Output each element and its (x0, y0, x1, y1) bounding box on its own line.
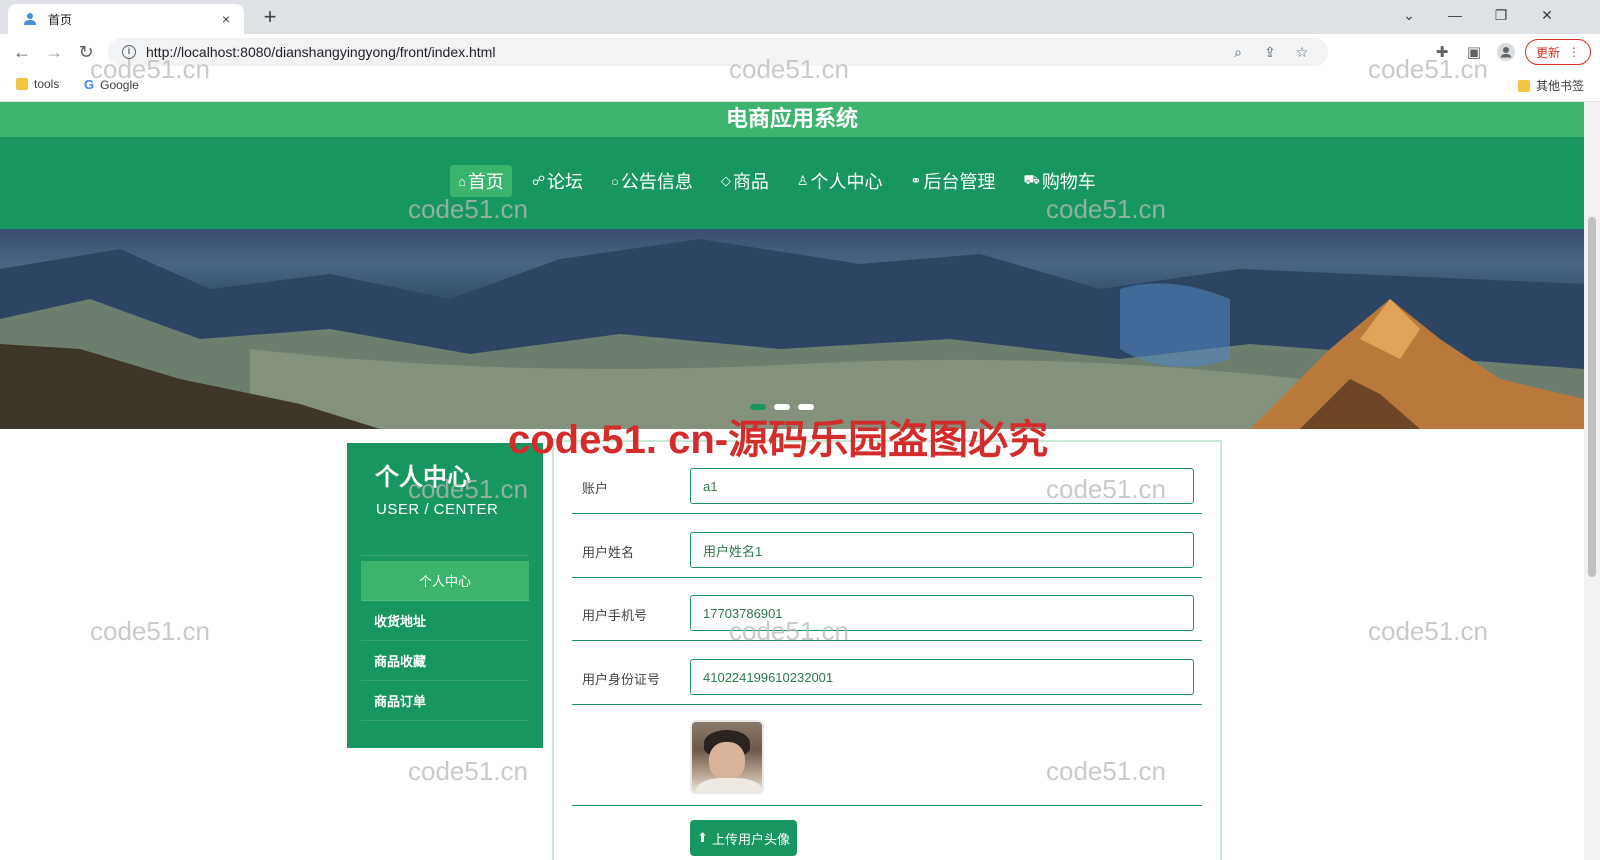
update-label: 更新 (1535, 45, 1560, 60)
folder-icon (16, 78, 28, 90)
phone-input[interactable]: 17703786901 (690, 595, 1194, 631)
watermark: code51.cn (90, 616, 210, 646)
nav-label: 论坛 (547, 172, 584, 192)
sidebar-item-address[interactable]: 收货地址 (361, 601, 529, 641)
user-avatar-image (690, 720, 764, 794)
field-label: 账户 (582, 481, 609, 496)
page-favicon-icon (22, 11, 38, 27)
sidebar-item-orders[interactable]: 商品订单 (361, 681, 529, 721)
nav-item-user-center[interactable]: ♙ 个人中心 (789, 165, 891, 197)
nav-label: 首页 (467, 172, 504, 192)
folder-icon (1518, 79, 1530, 92)
nav-label: 后台管理 (923, 172, 996, 192)
upload-label: 上传用户头像 (711, 831, 790, 847)
browser-toolbar: ← → ↻ i http://localhost:8080/dianshangy… (0, 34, 1600, 70)
form-row-account: 账户 a1 (572, 468, 1202, 514)
sidebar-menu: 个人中心 收货地址 商品收藏 商品订单 (361, 561, 529, 721)
forward-icon[interactable]: → (40, 39, 68, 65)
reload-icon[interactable]: ↻ (72, 39, 100, 65)
bookmark-label: Google (100, 77, 139, 92)
profile-form: 账户 a1 用户姓名 用户姓名1 用户手机号 17703786901 用户身份证… (552, 440, 1222, 860)
other-bookmarks[interactable]: 其他书签 (1518, 77, 1584, 94)
forum-icon: ☍ (531, 173, 546, 188)
sidebar-item-favorites[interactable]: 商品收藏 (361, 641, 529, 681)
main-nav: ⌂ 首页 ☍ 论坛 ○ 公告信息 ◇ 商品 ♙ 个人中心 ⚭ 后台管理 ⛟ 购物… (0, 137, 1584, 229)
home-icon: ⌂ (458, 173, 466, 189)
page-scrollbar[interactable] (1584, 102, 1600, 860)
extensions-icon[interactable]: ✚ (1428, 39, 1456, 65)
nav-item-notice[interactable]: ○ 公告信息 (603, 165, 701, 197)
browser-tab[interactable]: 首页 × (8, 4, 244, 34)
form-row-id-card: 用户身份证号 410224199610232001 (572, 641, 1202, 705)
address-bar[interactable]: i http://localhost:8080/dianshangyingyon… (108, 38, 1328, 66)
bookmark-google[interactable]: G Google (84, 77, 139, 92)
user-icon: ♙ (796, 173, 809, 188)
mountain-landscape-image (0, 239, 1584, 429)
field-label: 用户手机号 (582, 608, 648, 623)
cart-icon: ⛟ (1023, 172, 1040, 187)
sidebar-item-user-center[interactable]: 个人中心 (361, 561, 529, 601)
sidebar-title: 个人中心 (375, 464, 471, 491)
sidebar-subtitle: USER / CENTER (376, 501, 499, 518)
tab-close-icon[interactable]: × (218, 11, 234, 27)
upload-avatar-button[interactable]: ⬆ 上传用户头像 (690, 820, 797, 856)
side-panel-icon[interactable]: ▣ (1460, 39, 1488, 65)
tab-search-icon[interactable]: ⌄ (1386, 0, 1432, 30)
update-button[interactable]: 更新 ⋮ (1525, 39, 1591, 65)
zoom-icon[interactable]: ⌕ (1224, 38, 1252, 66)
nav-label: 购物车 (1041, 172, 1096, 192)
form-row-name: 用户姓名 用户姓名1 (572, 514, 1202, 578)
tab-title: 首页 (48, 12, 73, 27)
restore-icon[interactable]: ❐ (1478, 0, 1524, 30)
form-row-avatar (572, 705, 1202, 806)
bookmarks-bar: tools G Google 其他书签 (0, 70, 1600, 102)
nav-item-admin[interactable]: ⚭ 后台管理 (903, 165, 1004, 197)
banner-carousel[interactable] (0, 229, 1584, 429)
notice-icon: ○ (611, 173, 619, 189)
user-center-sidebar: 个人中心 USER / CENTER 个人中心 收货地址 商品收藏 商品订单 (347, 443, 543, 748)
nav-label: 个人中心 (810, 172, 883, 192)
nav-item-home[interactable]: ⌂ 首页 (450, 165, 512, 197)
scrollbar-thumb[interactable] (1588, 217, 1596, 577)
browser-tab-strip: 首页 × + ⌄ — ❐ ✕ (0, 0, 1600, 34)
bookmark-tools[interactable]: tools (16, 77, 59, 91)
bookmark-label: tools (34, 77, 60, 91)
copyright-watermark: code51. cn-源码乐园盗图必究 (508, 418, 1049, 462)
new-tab-button[interactable]: + (256, 6, 284, 30)
nav-label: 公告信息 (620, 172, 693, 192)
google-icon: G (84, 77, 95, 92)
nav-item-forum[interactable]: ☍ 论坛 (524, 165, 591, 197)
nav-item-goods[interactable]: ◇ 商品 (713, 165, 777, 197)
id-card-input[interactable]: 410224199610232001 (690, 659, 1194, 695)
profile-avatar-icon[interactable] (1492, 39, 1520, 65)
back-icon[interactable]: ← (8, 39, 36, 65)
close-window-icon[interactable]: ✕ (1524, 0, 1570, 30)
site-title: 电商应用系统 (0, 102, 1584, 137)
url-text: http://localhost:8080/dianshangyingyong/… (146, 44, 496, 60)
username-input[interactable]: 用户姓名1 (690, 532, 1194, 568)
site-info-icon[interactable]: i (122, 45, 136, 59)
field-label: 用户身份证号 (582, 672, 661, 687)
page-viewport: 电商应用系统 ⌂ 首页 ☍ 论坛 ○ 公告信息 ◇ 商品 ♙ 个人中心 ⚭ 后台… (0, 102, 1584, 860)
account-input[interactable]: a1 (690, 468, 1194, 504)
menu-dots-icon: ⋮ (1568, 45, 1580, 59)
field-label: 用户姓名 (582, 545, 635, 560)
nav-label: 商品 (732, 172, 769, 192)
sidebar-divider (361, 555, 529, 556)
minimize-icon[interactable]: — (1432, 0, 1478, 30)
watermark: code51.cn (408, 756, 528, 786)
nav-item-cart[interactable]: ⛟ 购物车 (1015, 165, 1103, 197)
watermark: code51.cn (1368, 616, 1488, 646)
link-icon: ⚭ (910, 173, 922, 188)
other-bookmarks-label: 其他书签 (1536, 79, 1585, 93)
tag-icon: ◇ (720, 173, 731, 188)
bookmark-star-icon[interactable]: ☆ (1288, 38, 1316, 66)
form-row-phone: 用户手机号 17703786901 (572, 578, 1202, 641)
share-icon[interactable]: ⇪ (1256, 38, 1284, 66)
upload-icon: ⬆ (697, 830, 708, 845)
